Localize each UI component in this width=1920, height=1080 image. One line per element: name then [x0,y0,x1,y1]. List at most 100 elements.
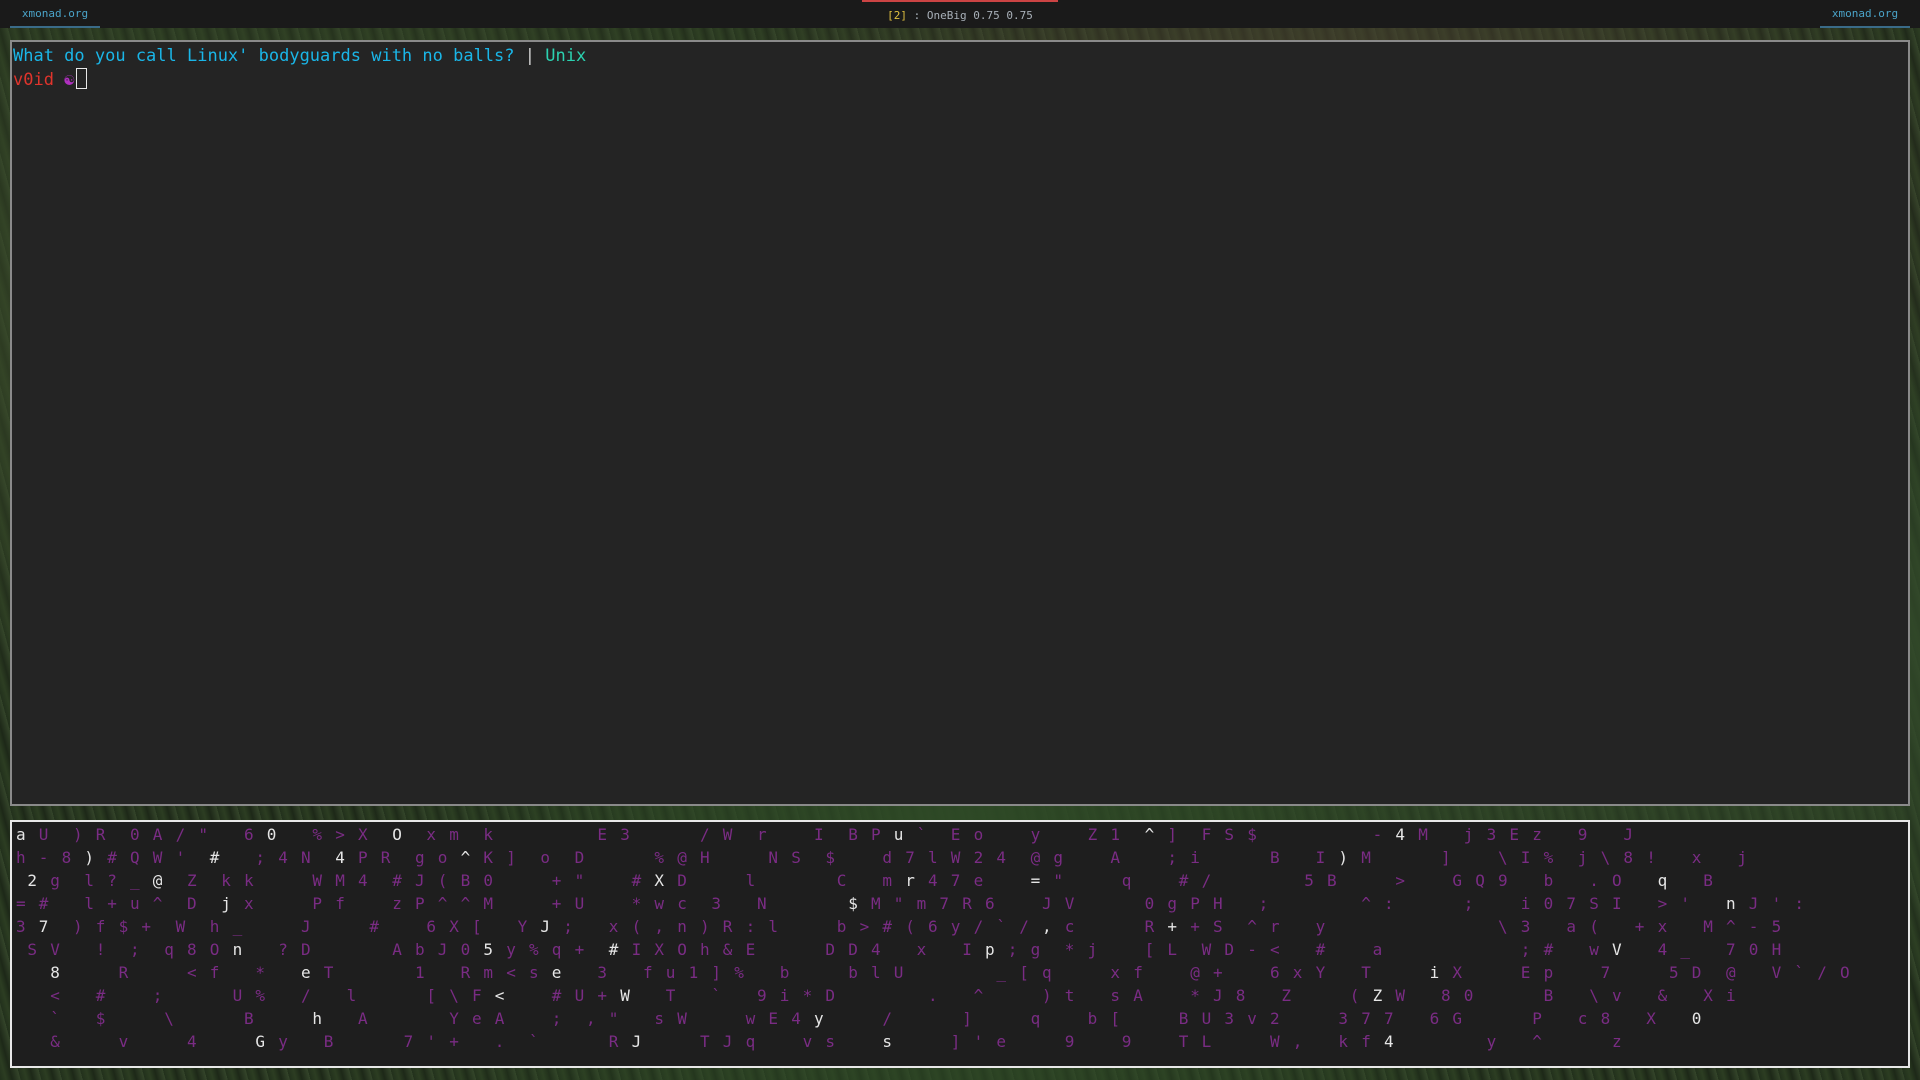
matrix-char: J [1213,986,1223,1005]
matrix-char: A [392,940,402,959]
matrix-char: / [176,825,186,844]
matrix-char: ! [96,940,106,959]
matrix-char: B [848,825,858,844]
matrix-char: D [825,940,835,959]
matrix-char: 0 [1145,894,1155,913]
matrix-char: D [1224,940,1234,959]
workspace-number[interactable]: [2] [887,9,907,22]
matrix-char: L [1167,940,1177,959]
matrix-char: E [597,825,607,844]
matrix-char: E [1509,825,1519,844]
matrix-char: I [962,940,972,959]
matrix-char: M [871,894,881,913]
matrix-char: 1 [1110,825,1120,844]
matrix-char: 6 [1270,963,1280,982]
matrix-char: " [894,894,904,913]
matrix-char: [ [1019,963,1029,982]
matrix-char: 0 [130,825,140,844]
matrix-char: Y [449,1009,459,1028]
matrix-char: X [358,825,368,844]
matrix-char: < [1270,940,1280,959]
matrix-char: 4 [1395,825,1405,844]
matrix-char: 8 [1601,1009,1611,1028]
matrix-char: 0 [483,871,493,890]
matrix-char: 4 [1658,940,1668,959]
matrix-char: b [1088,1009,1098,1028]
matrix-char: g [415,848,425,867]
matrix-char: 0 [267,825,277,844]
matrix-char: > [1658,894,1668,913]
matrix-char: T [700,1032,710,1051]
matrix-char: e [974,871,984,890]
matrix-char: P [1190,894,1200,913]
matrix-char: y [1031,825,1041,844]
matrix-char: & [723,940,733,959]
matrix-char: 7 [404,1032,414,1051]
matrix-char: B [1270,848,1280,867]
xmonad-link-left[interactable]: xmonad.org [10,0,100,28]
matrix-char: ! [1646,848,1656,867]
matrix-char: z [1532,825,1542,844]
matrix-char: u [130,894,140,913]
matrix-char: i [780,986,790,1005]
matrix-char: , [586,1009,596,1028]
matrix-char: - [1749,917,1759,936]
matrix-char: & [1658,986,1668,1005]
matrix-char: D [301,940,311,959]
matrix-char: h [210,917,220,936]
matrix-char: t [1065,986,1075,1005]
matrix-char: e [552,963,562,982]
matrix-char: * [803,986,813,1005]
matrix-char: ( [905,917,915,936]
matrix-char: P [871,825,881,844]
matrix-char: 4 [358,871,368,890]
matrix-char: ^ [438,894,448,913]
matrix-char: w [1589,940,1599,959]
matrix-char: P [358,848,368,867]
matrix-char: # [1544,940,1554,959]
matrix-char: 3 [1224,1009,1234,1028]
matrix-char: ) [84,848,94,867]
matrix-char: k [483,825,493,844]
joke-separator: | [524,46,536,66]
shell-prompt[interactable]: v0id ☯ [13,68,1907,92]
matrix-char: 6 [928,917,938,936]
matrix-char: W [677,1009,687,1028]
matrix-char: 7 [1726,940,1736,959]
matrix-char: < [187,963,197,982]
matrix-char: l [347,986,357,1005]
terminal-window[interactable]: What do you call Linux' bodyguards with … [10,40,1910,806]
matrix-char: g [1031,940,1041,959]
matrix-char: k [221,871,231,890]
matrix-char: O [392,825,402,844]
xmonad-link-right[interactable]: xmonad.org [1820,0,1910,28]
matrix-char: # [107,848,117,867]
matrix-char: R [381,848,391,867]
matrix-char: _ [233,917,243,936]
matrix-char: O [210,940,220,959]
matrix-char: $ [848,894,858,913]
matrix-char: - [1247,940,1257,959]
matrix-char: s [882,1032,892,1051]
cmatrix-window[interactable]: a U) R 0 A / " 6 0% > X Ox m k E 3/Wr I B Pu ` Eo y Z 1 ^] F S $ -4 M… [10,820,1910,1068]
matrix-char: F [472,986,482,1005]
matrix-char: S [1224,825,1234,844]
matrix-char: # [369,917,379,936]
matrix-char: x [1293,963,1303,982]
matrix-char: R [96,825,106,844]
matrix-char: s [529,963,539,982]
matrix-char: & [50,1032,60,1051]
matrix-char: , [1293,1032,1303,1051]
matrix-char: 6 [985,894,995,913]
matrix-char: 4 [996,848,1006,867]
matrix-char: W [1202,940,1212,959]
matrix-char: / [1019,917,1029,936]
matrix-char: ; [1008,940,1018,959]
matrix-char: A [495,1009,505,1028]
matrix-char: 7 [39,917,49,936]
matrix-char: P [312,894,322,913]
matrix-char: + [552,871,562,890]
matrix-char: 7 [939,894,949,913]
matrix-char: / [882,1009,892,1028]
matrix-char: : [1384,894,1394,913]
